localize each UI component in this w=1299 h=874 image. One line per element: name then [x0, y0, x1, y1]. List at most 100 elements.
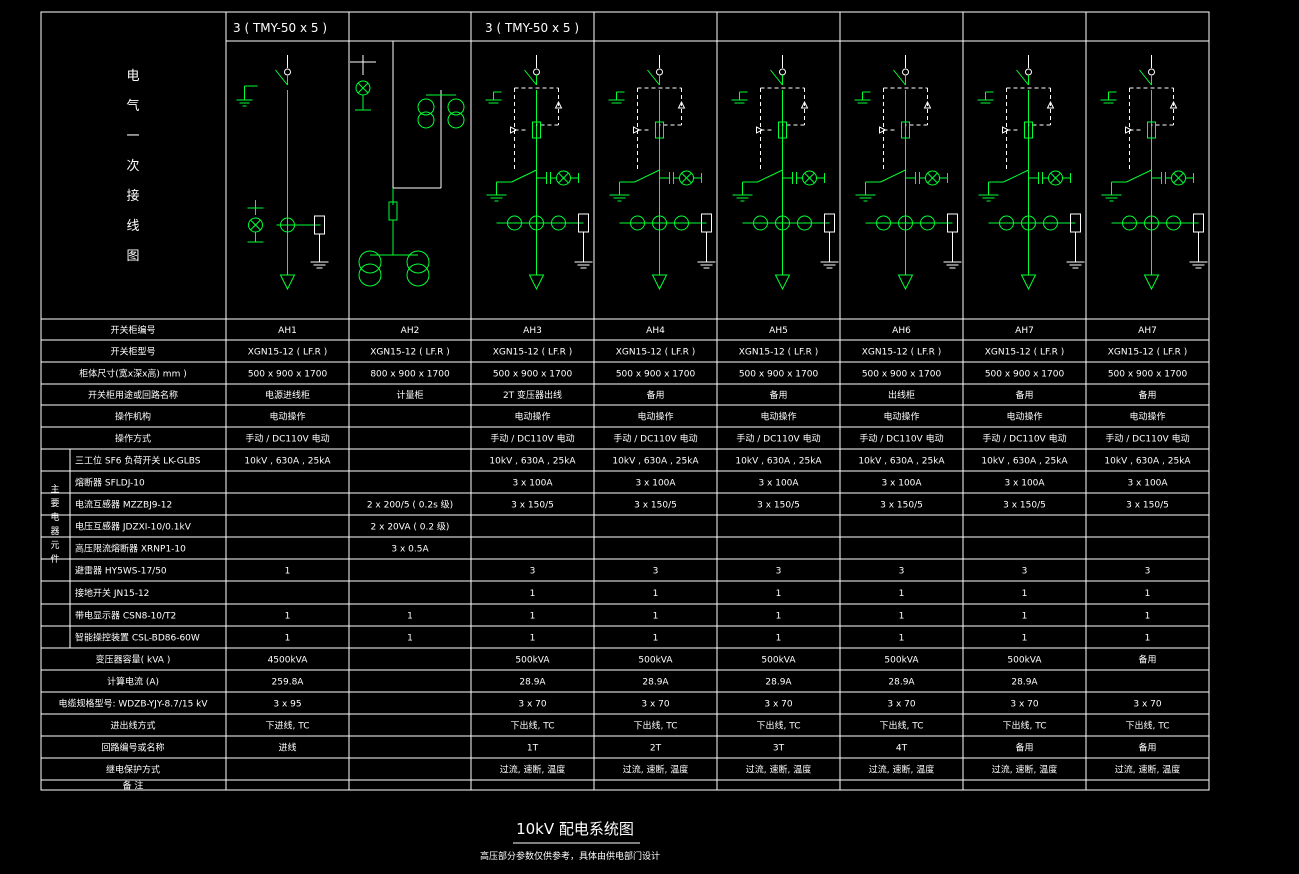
table-cell: 备用: [1015, 742, 1033, 754]
table-cell: AH7: [1138, 326, 1157, 336]
table-cell: 手动 / DC110V 电动: [982, 433, 1066, 445]
table-cell: AH6: [892, 326, 911, 336]
busbar-label-left: 3 ( TMY-50 x 5 ): [233, 21, 327, 35]
table-cell: 500 x 900 x 1700: [739, 370, 819, 380]
row-label: 开关柜编号: [110, 324, 155, 336]
table-cell: 备用: [1138, 742, 1156, 754]
row-label: 变压器容量( kVA ): [96, 654, 171, 666]
table-cell: 10kV , 630A , 25kA: [981, 457, 1068, 467]
row-label: 操作机构: [115, 411, 151, 423]
outgoing-panel-symbol: [1100, 55, 1208, 291]
table-cell: 1: [285, 634, 291, 644]
table-cell: 下出线, TC: [880, 720, 924, 732]
table-cell: 过流, 速断, 温度: [1115, 764, 1180, 776]
side-title-char: 图: [126, 249, 139, 264]
busbar-label-right: 3 ( TMY-50 x 5 ): [485, 21, 579, 35]
table-cell: 500 x 900 x 1700: [616, 370, 696, 380]
table-cell: 10kV , 630A , 25kA: [1104, 457, 1191, 467]
table-cell: 1: [899, 589, 905, 599]
table-cell: 3 x 100A: [758, 479, 799, 489]
table-cell: AH7: [1015, 326, 1034, 336]
table-cell: 3 x 150/5: [1003, 501, 1046, 511]
table-cell: 过流, 速断, 温度: [623, 764, 688, 776]
side-title: 电气一次接线图: [126, 69, 139, 264]
table-cell: 28.9A: [519, 678, 546, 688]
row-label: 操作方式: [115, 433, 151, 445]
table-cell: 28.9A: [888, 678, 915, 688]
table-frame: [40, 11, 1210, 791]
table-cell: 1: [776, 634, 782, 644]
table-cell: 3 x 0.5A: [391, 545, 429, 555]
metering-panel-symbol: [350, 41, 465, 287]
table-cell: 2T: [650, 744, 662, 754]
row-label: 接地开关 JN15-12: [75, 587, 149, 599]
table-cell: 500 x 900 x 1700: [862, 370, 942, 380]
table-cell: 进线: [278, 742, 296, 754]
table-cell: 1: [1022, 634, 1028, 644]
table-cell: 电动操作: [883, 411, 919, 423]
row-label: 计算电流 (A): [107, 676, 159, 688]
table-cell: 3 x 150/5: [511, 501, 554, 511]
equipment-group-char: 要: [50, 498, 59, 509]
table-cell: AH5: [769, 326, 788, 336]
outgoing-panel-symbol: [977, 55, 1085, 291]
table-cell: 3: [776, 567, 782, 577]
incoming-panel-symbol: [236, 55, 329, 291]
table-cell: 电动操作: [760, 411, 796, 423]
table-cell: 3 x 150/5: [880, 501, 923, 511]
table-cell: 过流, 速断, 温度: [869, 764, 934, 776]
table-cell: 28.9A: [765, 678, 792, 688]
side-title-char: 次: [126, 158, 139, 174]
table-cell: 3: [653, 567, 659, 577]
table-cell: 10kV , 630A , 25kA: [858, 457, 945, 467]
table-cell: 1: [1022, 589, 1028, 599]
table-cell: 备用: [1138, 654, 1156, 666]
table-cell: 500 x 900 x 1700: [248, 370, 328, 380]
table-cell: 10kV , 630A , 25kA: [244, 457, 331, 467]
table-cell: 3 x 95: [273, 700, 301, 710]
equipment-group-char: 器: [50, 526, 59, 537]
table-cell: 1: [407, 612, 413, 622]
table-cell: 2T 变压器出线: [503, 389, 562, 401]
table-cell: 手动 / DC110V 电动: [613, 433, 697, 445]
row-label: 带电显示器 CSN8-10/T2: [75, 610, 176, 622]
row-label: 备 注: [123, 780, 144, 792]
table-cell: 下出线, TC: [1126, 720, 1170, 732]
table-cell: 500kVA: [638, 656, 673, 666]
row-label: 柜体尺寸(宽x深x高) mm ): [79, 368, 186, 380]
table-cell: 1: [1145, 634, 1151, 644]
panel-symbols: [236, 41, 1208, 291]
table-cell: 28.9A: [1011, 678, 1038, 688]
table-cell: 3 x 70: [641, 700, 670, 710]
table-cell: 下出线, TC: [1003, 720, 1047, 732]
table-cell: 手动 / DC110V 电动: [736, 433, 820, 445]
drawing-subtitle: 高压部分参数仅供参考，具体由供电部门设计: [480, 850, 660, 862]
table-cell: 3 x 70: [764, 700, 793, 710]
drawing-title: 10kV 配电系统图: [516, 820, 634, 838]
outgoing-panel-symbol: [608, 55, 716, 291]
table-cell: 过流, 速断, 温度: [746, 764, 811, 776]
table-cell: 下进线, TC: [266, 720, 310, 732]
table-cell: XGN15-12 ( LF.R ): [862, 348, 942, 358]
table-cell: 1: [407, 634, 413, 644]
table-cell: 500kVA: [1007, 656, 1042, 666]
table-cell: 2 x 200/5 ( 0.2s 级): [367, 499, 453, 511]
table-cell: 3 x 150/5: [757, 501, 800, 511]
table-cell: 手动 / DC110V 电动: [1105, 433, 1189, 445]
row-label: 开关柜用途或回路名称: [88, 389, 178, 401]
side-title-char: 气: [126, 98, 139, 114]
row-label: 电缆规格型号: WDZB-YJY-8.7/15 kV: [58, 698, 208, 710]
table-cell: 1: [530, 612, 536, 622]
table-cell: 下出线, TC: [634, 720, 678, 732]
table-cell: 3 x 150/5: [634, 501, 677, 511]
table-cell: XGN15-12 ( LF.R ): [1108, 348, 1188, 358]
table-cell: 3: [530, 567, 536, 577]
drawing-title-block: 10kV 配电系统图 高压部分参数仅供参考，具体由供电部门设计: [480, 820, 660, 862]
table-cell: 1: [285, 567, 291, 577]
side-title-char: 线: [126, 219, 139, 234]
table-cell: 1: [899, 634, 905, 644]
table-cell: 3: [899, 567, 905, 577]
side-title-char: 电: [126, 69, 139, 84]
side-title-char: 接: [126, 188, 139, 204]
equipment-group-char: 件: [50, 553, 59, 565]
